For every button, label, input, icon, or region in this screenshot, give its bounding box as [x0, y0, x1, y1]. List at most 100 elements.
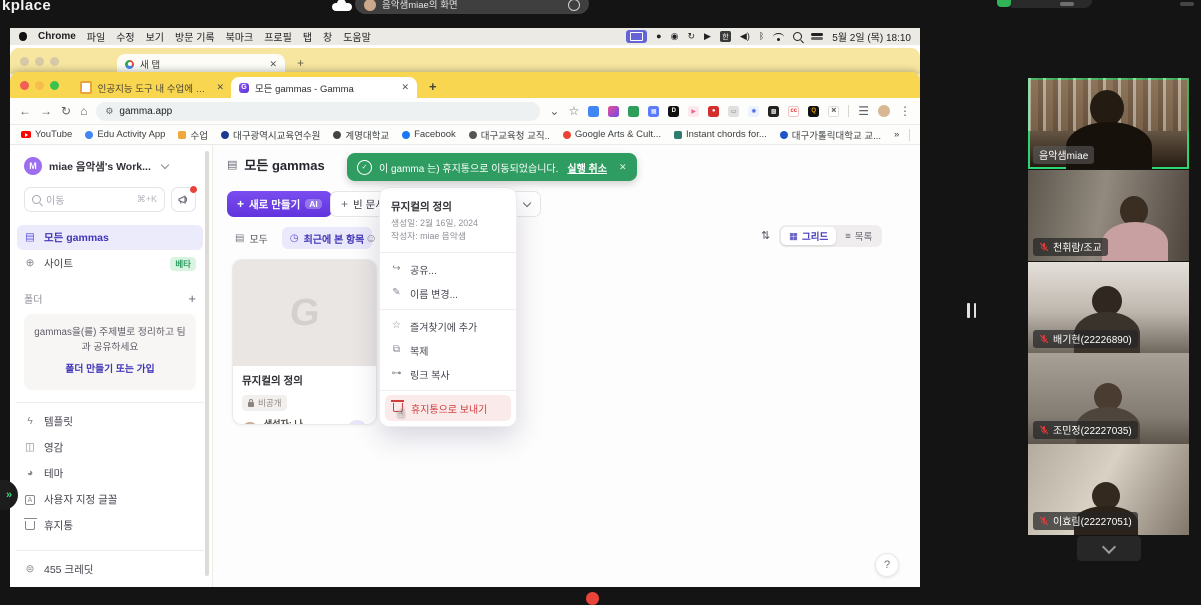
korean-input-icon[interactable]: 한: [720, 31, 731, 42]
d-ext-icon[interactable]: D: [668, 106, 679, 117]
participant-tile-chunhwiram[interactable]: 천휘람/조교: [1028, 170, 1189, 261]
volume-icon[interactable]: ◀): [740, 32, 750, 41]
send-to-device-icon[interactable]: ⌄: [549, 105, 559, 117]
participant-tile-ihyorim[interactable]: 이효림(22227051): [1028, 444, 1189, 535]
sidebar-item-all-gammas[interactable]: ▤ 모든 gammas: [17, 225, 203, 250]
bookmark-youtube[interactable]: YouTube: [21, 129, 72, 140]
workspace-switcher[interactable]: M miae 음악샘's Work...: [24, 157, 196, 175]
menu-item-duplicate[interactable]: ⧉ 복제: [380, 338, 516, 362]
sidebar-item-templates[interactable]: ϟ 템플릿: [17, 409, 203, 434]
sidebar-item-trash[interactable]: 휴지통: [17, 513, 203, 538]
screen-record-indicator-icon[interactable]: [626, 30, 647, 43]
profile-avatar[interactable]: [878, 105, 890, 117]
grid-view-button[interactable]: ▦ 그리드: [781, 227, 836, 245]
spotlight-search-icon[interactable]: [793, 32, 802, 41]
participant-tile-miae[interactable]: 음악샘miae: [1028, 78, 1189, 169]
traffic-min-icon[interactable]: [35, 57, 44, 66]
traffic-close-icon[interactable]: [20, 57, 29, 66]
bookmarks-overflow-icon[interactable]: »: [894, 129, 899, 140]
menu-file[interactable]: 파일: [87, 29, 105, 44]
home-icon[interactable]: ⌂: [80, 105, 87, 117]
reading-list-icon[interactable]: ☰: [858, 105, 869, 117]
back-tab-newtab[interactable]: 새 탭 ✕: [117, 54, 285, 74]
tab-close-icon[interactable]: ✕: [216, 82, 224, 93]
green-ext-icon[interactable]: [628, 106, 639, 117]
address-bar[interactable]: ⚙ gamma.app: [96, 102, 540, 121]
bookmark-edu-activity[interactable]: Edu Activity App: [85, 129, 165, 140]
control-center-icon[interactable]: [811, 32, 823, 41]
panel-resize-handle[interactable]: [967, 303, 976, 318]
qr-ext-icon[interactable]: ▩: [768, 106, 779, 117]
sidebar-scrollbar[interactable]: [205, 151, 209, 576]
menu-item-copy-link[interactable]: ⊶ 링크 복사: [380, 362, 516, 386]
bookmark-instant-chords[interactable]: Instant chords for...: [674, 129, 767, 140]
sort-icon[interactable]: ⇅: [761, 229, 770, 242]
sidebar-item-sites[interactable]: ⊕ 사이트 베타: [17, 251, 203, 276]
bookmark-catholic-univ[interactable]: 대구가톨릭대학교 교...: [780, 128, 881, 142]
traffic-close-icon[interactable]: [20, 81, 29, 90]
tab-ai-tools[interactable]: 인공지능 도구 내 수업에 적용하기 ✕: [73, 77, 231, 98]
reload-icon[interactable]: ↻: [61, 105, 71, 117]
new-tab-button[interactable]: +: [429, 79, 437, 94]
translate-ext-icon[interactable]: [588, 106, 599, 117]
create-new-button[interactable]: + 새로 만들기 AI: [227, 191, 332, 217]
card-more-button[interactable]: ⋯: [347, 420, 367, 425]
traffic-max-icon[interactable]: [50, 57, 59, 66]
menu-edit[interactable]: 수정: [116, 29, 134, 44]
tab-gammas-active[interactable]: G 모든 gammas - Gamma ✕: [231, 77, 417, 98]
play-ext-icon[interactable]: ▶: [688, 106, 699, 117]
bluetooth-icon[interactable]: ᛒ: [759, 32, 764, 41]
gamma-card-musical[interactable]: G 뮤지컬의 정의 비공개 생성자: 나 마지막 조회: 2개월 전: [232, 259, 377, 425]
help-button[interactable]: ?: [875, 553, 899, 577]
bookmark-daegu-edu[interactable]: 대구광역시교육연수원: [221, 128, 320, 142]
q-ext-icon[interactable]: Q: [808, 106, 819, 117]
menu-help[interactable]: 도움말: [343, 29, 371, 44]
sidebar-item-themes[interactable]: ◕ 테마: [17, 461, 203, 486]
cc-ext-icon[interactable]: cc: [788, 106, 799, 117]
flower-ext-icon[interactable]: ✺: [748, 106, 759, 117]
bookmark-google-arts[interactable]: Google Arts & Cult...: [563, 129, 661, 140]
back-icon[interactable]: ←: [19, 105, 31, 117]
menu-item-favorite[interactable]: ☆ 즐겨찾기에 추가: [380, 314, 516, 338]
browser-menu-icon[interactable]: ⋮: [899, 105, 911, 117]
traffic-min-icon[interactable]: [35, 81, 44, 90]
bookmark-keimyung[interactable]: 계명대학교: [333, 128, 389, 142]
participant-tile-jominjeong[interactable]: 조민정(22227035): [1028, 353, 1189, 444]
announcements-button[interactable]: [171, 187, 196, 212]
bookmark-daegu-office[interactable]: 대구교육청 교직..: [469, 128, 550, 142]
rec-ext-icon[interactable]: ●: [708, 106, 719, 117]
filter-created-by-me-icon[interactable]: ☺: [365, 231, 377, 245]
site-settings-icon[interactable]: ⚙: [105, 106, 113, 117]
add-folder-icon[interactable]: +: [188, 292, 196, 305]
toast-close-icon[interactable]: ✕: [619, 162, 627, 173]
menu-bookmarks[interactable]: 북마크: [226, 29, 254, 44]
sidebar-item-inspiration[interactable]: ◫ 영감: [17, 435, 203, 460]
tab-close-icon[interactable]: ✕: [401, 82, 409, 93]
creative-cloud-ext-icon[interactable]: [608, 106, 619, 117]
collapse-panel-button[interactable]: [1077, 536, 1141, 561]
screen-share-pill[interactable]: 음악샘miae의 화면: [355, 0, 589, 14]
menu-window[interactable]: 창: [323, 29, 332, 44]
participant-tile-baegihyeon[interactable]: 배기현(22226890): [1028, 262, 1189, 353]
menu-history[interactable]: 방문 기록: [175, 29, 215, 44]
sync-status-icon[interactable]: ↻: [687, 32, 695, 41]
forward-icon[interactable]: →: [40, 105, 52, 117]
grid-ext-icon[interactable]: ▦: [648, 106, 659, 117]
creative-cloud-status-icon[interactable]: ◉: [671, 32, 679, 41]
bookmark-class[interactable]: 수업: [178, 128, 207, 142]
search-input[interactable]: 이동 ⌘+K: [24, 187, 165, 212]
new-tab-button[interactable]: +: [297, 56, 304, 70]
menubar-app-name[interactable]: Chrome: [38, 31, 76, 42]
filter-recently-viewed[interactable]: ◷ 최근에 본 항목: [282, 227, 373, 249]
menu-item-rename[interactable]: ✎ 이름 변경...: [380, 281, 516, 305]
bookmark-facebook[interactable]: Facebook: [402, 129, 456, 140]
chat-status-icon[interactable]: ●: [656, 32, 661, 41]
extensions-puzzle-icon[interactable]: ❌︎: [828, 106, 839, 117]
menubar-datetime[interactable]: 5월 2일 (목) 18:10: [832, 29, 911, 44]
sidebar-item-settings-members[interactable]: ⚙ 설정 및 구성원: [17, 583, 203, 587]
traffic-max-icon[interactable]: [50, 81, 59, 90]
menu-view[interactable]: 보기: [146, 29, 164, 44]
tab-close-icon[interactable]: ✕: [269, 59, 277, 70]
menu-profiles[interactable]: 프로필: [264, 29, 292, 44]
filter-all[interactable]: ▤ 모두: [227, 227, 276, 249]
